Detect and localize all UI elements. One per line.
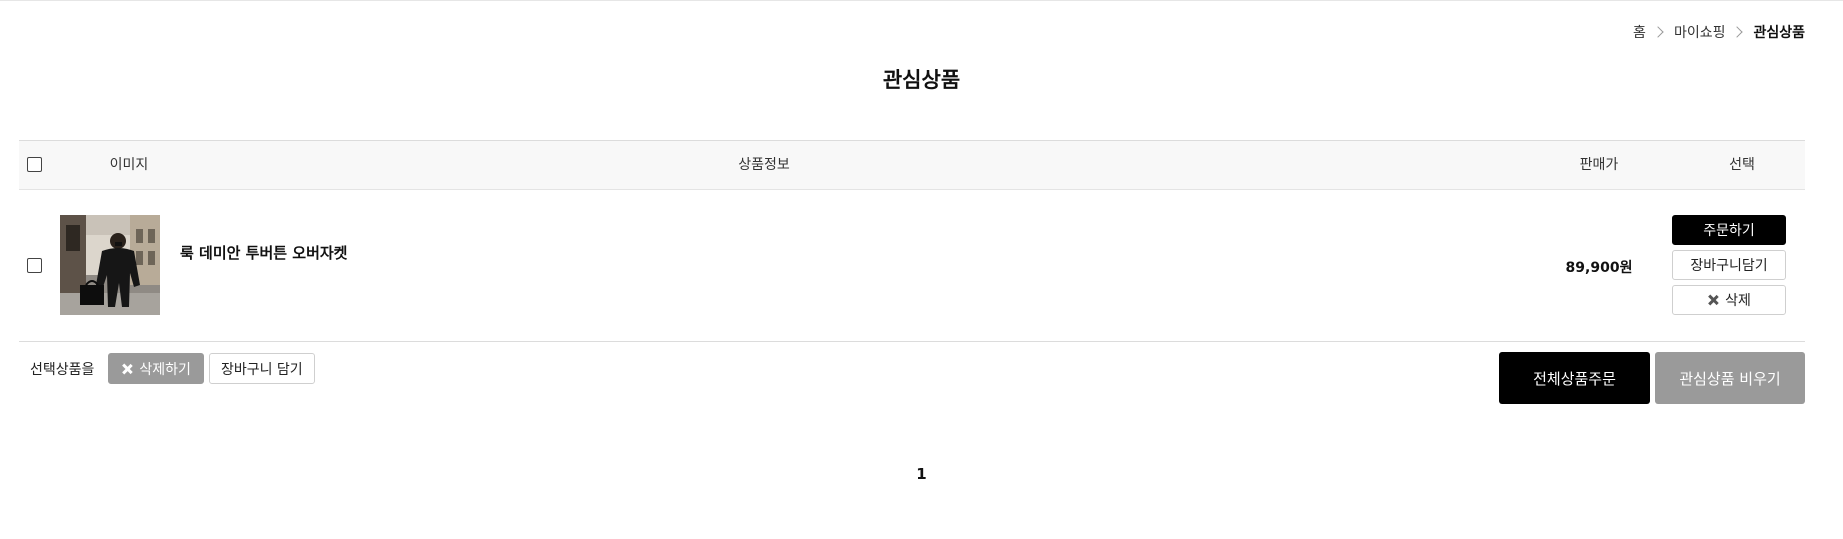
- row-checkbox[interactable]: [27, 258, 42, 273]
- selection-buttons: 삭제하기 장바구니 담기: [108, 353, 315, 384]
- product-photo: [60, 215, 160, 315]
- order-all-button[interactable]: 전체상품주문: [1499, 352, 1650, 404]
- top-divider: [0, 0, 1843, 1]
- row-actions: 주문하기 장바구니담기 삭제: [1672, 215, 1786, 315]
- product-thumbnail[interactable]: [60, 215, 160, 315]
- delete-selected-button[interactable]: 삭제하기: [108, 353, 204, 384]
- add-to-cart-button[interactable]: 장바구니담기: [1672, 250, 1786, 280]
- page-number-current[interactable]: 1: [916, 465, 926, 483]
- delete-selected-label: 삭제하기: [139, 361, 191, 378]
- chevron-right-icon: [1731, 26, 1744, 38]
- breadcrumb-home[interactable]: 홈: [1633, 22, 1646, 42]
- select-all-checkbox[interactable]: [27, 157, 42, 172]
- close-icon: [1707, 294, 1719, 306]
- close-icon: [121, 363, 133, 375]
- wishlist-table: 이미지 상품정보 판매가 선택 룩 데미안 투버튼 오버자켓 89,900원 주…: [19, 140, 1805, 342]
- table-header: 이미지 상품정보 판매가 선택: [19, 140, 1805, 190]
- header-product-info: 상품정보: [738, 157, 790, 173]
- breadcrumb-myshopping[interactable]: 마이쇼핑: [1674, 22, 1726, 42]
- header-select: 선택: [1729, 157, 1755, 173]
- chevron-right-icon: [1652, 26, 1664, 38]
- delete-item-label: 삭제: [1725, 293, 1751, 309]
- product-price: 89,900원: [1565, 260, 1633, 276]
- order-button[interactable]: 주문하기: [1672, 215, 1786, 245]
- delete-item-button[interactable]: 삭제: [1672, 285, 1786, 315]
- product-name-link[interactable]: 룩 데미안 투버튼 오버자켓: [180, 242, 347, 263]
- selection-bar: 선택상품을 삭제하기 장바구니 담기: [30, 353, 315, 384]
- header-image: 이미지: [109, 157, 149, 173]
- clear-wishlist-button[interactable]: 관심상품 비우기: [1655, 352, 1805, 404]
- breadcrumb: 홈 마이쇼핑 관심상품: [1633, 22, 1805, 42]
- page-title: 관심상품: [882, 68, 961, 92]
- table-row: 룩 데미안 투버튼 오버자켓 89,900원 주문하기 장바구니담기 삭제: [19, 190, 1805, 342]
- pagination: 1: [0, 465, 1843, 483]
- breadcrumb-current: 관심상품: [1753, 25, 1805, 41]
- header-price: 판매가: [1579, 157, 1619, 173]
- selection-label: 선택상품을: [30, 361, 95, 378]
- add-selected-to-cart-button[interactable]: 장바구니 담기: [208, 353, 315, 384]
